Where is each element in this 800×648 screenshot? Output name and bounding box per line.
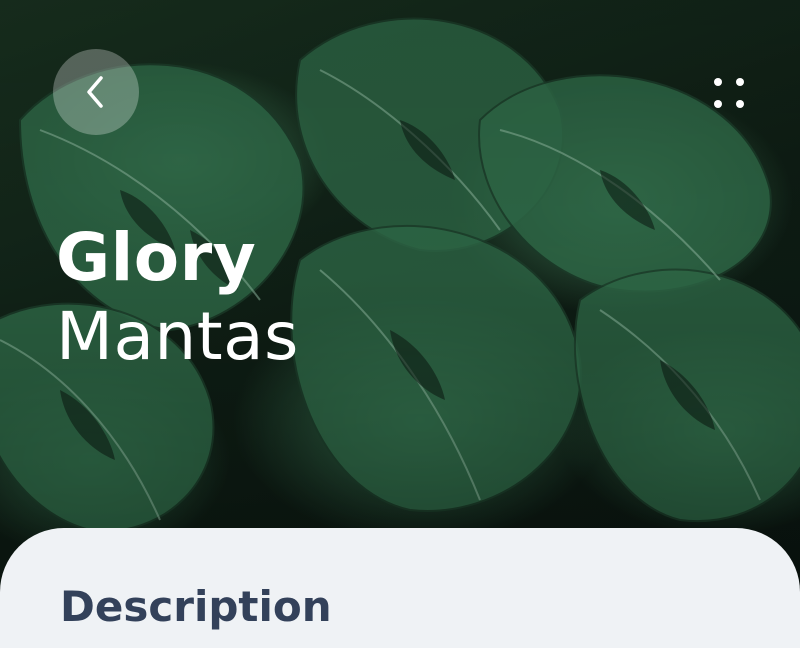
details-sheet: Description: [0, 528, 800, 648]
plant-title: Glory Mantas: [56, 218, 299, 376]
four-dots-grid-icon: [714, 78, 744, 108]
plant-title-line1: Glory: [56, 219, 257, 296]
description-heading: Description: [60, 582, 332, 631]
plant-title-line2: Mantas: [56, 298, 299, 376]
back-button[interactable]: [53, 49, 139, 135]
menu-button[interactable]: [700, 64, 758, 122]
chevron-left-icon: [87, 76, 103, 108]
